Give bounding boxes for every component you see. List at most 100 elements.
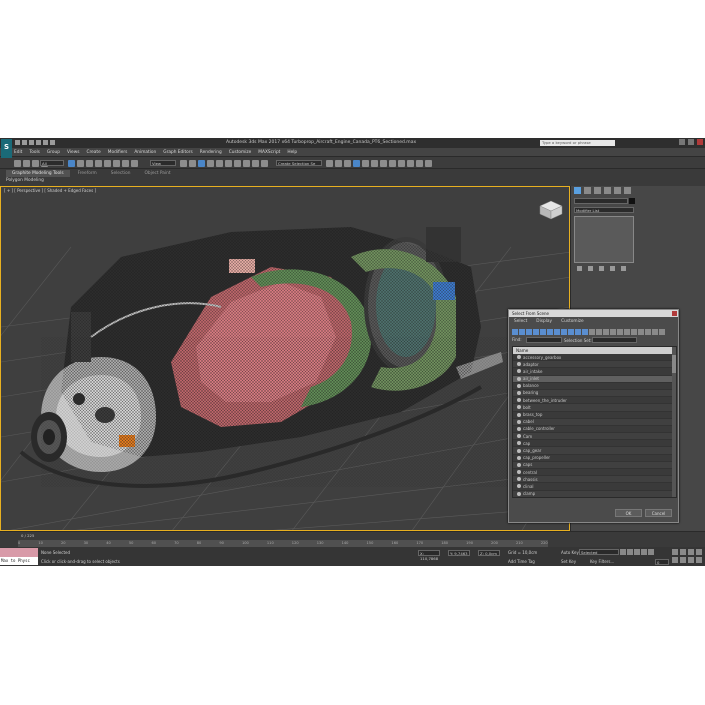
- make-unique-icon[interactable]: [599, 266, 604, 271]
- schematic-view-icon[interactable]: [362, 160, 369, 167]
- display-space-warps-icon[interactable]: [547, 329, 553, 335]
- rotate-icon[interactable]: [113, 160, 120, 167]
- object-name-field[interactable]: [574, 198, 628, 204]
- sort-icon[interactable]: [617, 329, 623, 335]
- selection-set-dropdown[interactable]: [592, 337, 637, 343]
- z-coordinate-field[interactable]: Z: 0,0cm: [478, 550, 500, 556]
- go-to-start-icon[interactable]: [620, 549, 626, 555]
- save-file-icon[interactable]: [29, 140, 34, 145]
- select-by-name-icon[interactable]: [77, 160, 84, 167]
- dialog-menu-display[interactable]: Display: [536, 319, 552, 324]
- perspective-viewport[interactable]: [ + ] [ Perspective ] [ Shaded + Edged F…: [0, 186, 570, 531]
- pan-icon[interactable]: [680, 557, 686, 563]
- snaps-toggle-icon[interactable]: [207, 160, 214, 167]
- display-cameras-icon[interactable]: [533, 329, 539, 335]
- menu-customize[interactable]: Customize: [229, 150, 252, 155]
- spinner-snap-icon[interactable]: [234, 160, 241, 167]
- search-input[interactable]: Type a keyword or phrase: [540, 140, 615, 146]
- viewcube-icon[interactable]: [538, 199, 564, 221]
- pivot-icon[interactable]: [180, 160, 187, 167]
- redo-icon[interactable]: [43, 140, 48, 145]
- pin-stack-icon[interactable]: [577, 266, 582, 271]
- mirror-icon[interactable]: [252, 160, 259, 167]
- add-time-tag[interactable]: Add Time Tag: [508, 559, 535, 564]
- menu-tools[interactable]: Tools: [29, 150, 40, 155]
- menu-maxscript[interactable]: MAXScript: [258, 150, 280, 155]
- modifier-stack[interactable]: [574, 216, 634, 263]
- select-none-icon[interactable]: [638, 329, 644, 335]
- move-icon[interactable]: [104, 160, 111, 167]
- key-filters-button[interactable]: Key Filters...: [590, 559, 614, 564]
- find-input[interactable]: [526, 337, 562, 343]
- settings-icon[interactable]: [659, 329, 665, 335]
- project-folder-icon[interactable]: [50, 140, 55, 145]
- scale-icon[interactable]: [122, 160, 129, 167]
- angle-snap-icon[interactable]: [216, 160, 223, 167]
- display-none-icon[interactable]: [596, 329, 602, 335]
- filter-icon[interactable]: [652, 329, 658, 335]
- create-tab-icon[interactable]: [574, 187, 581, 194]
- auto-key-button[interactable]: Auto Key: [561, 550, 579, 555]
- render-production-icon[interactable]: [398, 160, 405, 167]
- modify-tab-icon[interactable]: [584, 187, 591, 194]
- cancel-button[interactable]: Cancel: [645, 509, 672, 517]
- set-key-button[interactable]: Set Key: [561, 559, 576, 564]
- ok-button[interactable]: OK: [615, 509, 642, 517]
- turboprop-engine-model[interactable]: [19, 227, 521, 488]
- menu-help[interactable]: Help: [287, 150, 297, 155]
- zoom-extents-icon[interactable]: [688, 549, 694, 555]
- app-logo-icon[interactable]: S: [1, 139, 12, 158]
- render-in-cloud-icon[interactable]: [407, 160, 414, 167]
- list-item[interactable]: brass_top: [513, 412, 676, 419]
- toggle-ribbon-icon[interactable]: [344, 160, 351, 167]
- display-containers-icon[interactable]: [575, 329, 581, 335]
- list-item[interactable]: cap_propeller: [513, 455, 676, 462]
- select-manipulate-icon[interactable]: [189, 160, 196, 167]
- open-file-icon[interactable]: [22, 140, 27, 145]
- motion-tab-icon[interactable]: [604, 187, 611, 194]
- zoom-extents-all-icon[interactable]: [696, 549, 702, 555]
- x-coordinate-field[interactable]: X: 110,7868: [418, 550, 440, 561]
- previous-frame-icon[interactable]: [627, 549, 633, 555]
- menu-create[interactable]: Create: [86, 150, 100, 155]
- display-shapes-icon[interactable]: [519, 329, 525, 335]
- menu-animation[interactable]: Animation: [134, 150, 156, 155]
- ribbon-panel-label[interactable]: Polygon Modeling: [6, 178, 44, 183]
- dialog-close-icon[interactable]: [672, 311, 677, 316]
- utilities-tab-icon[interactable]: [624, 187, 631, 194]
- selection-filter-dropdown[interactable]: All: [40, 160, 64, 166]
- go-to-end-icon[interactable]: [648, 549, 654, 555]
- material-editor-icon[interactable]: [371, 160, 378, 167]
- tab-graphite-modeling-tools[interactable]: Graphite Modeling Tools: [6, 170, 70, 177]
- close-icon[interactable]: [697, 139, 703, 145]
- show-end-result-icon[interactable]: [588, 266, 593, 271]
- percent-snap-icon[interactable]: [225, 160, 232, 167]
- align-icon[interactable]: [261, 160, 268, 167]
- menu-edit[interactable]: Edit: [14, 150, 22, 155]
- toggle-scene-explorer-icon[interactable]: [326, 160, 333, 167]
- list-item[interactable]: caps: [513, 461, 676, 469]
- scene-object-list[interactable]: Name accessory_gearbox adaptor air_intake a…: [512, 346, 677, 498]
- render-teapot-icon[interactable]: [425, 160, 432, 167]
- scrollbar-thumb[interactable]: [672, 355, 676, 373]
- key-mode-dropdown[interactable]: Selected: [579, 549, 619, 555]
- dialog-menu-select[interactable]: Select: [514, 319, 527, 324]
- minimize-icon[interactable]: [679, 139, 685, 145]
- new-file-icon[interactable]: [15, 140, 20, 145]
- maximize-viewport-icon[interactable]: [696, 557, 702, 563]
- zoom-all-icon[interactable]: [680, 549, 686, 555]
- list-scrollbar[interactable]: [672, 347, 676, 497]
- configure-modifier-sets-icon[interactable]: [621, 266, 626, 271]
- rendered-frame-window-icon[interactable]: [389, 160, 396, 167]
- frame-indicator[interactable]: 0 / 225: [21, 533, 34, 538]
- display-tab-icon[interactable]: [614, 187, 621, 194]
- display-invert-icon[interactable]: [603, 329, 609, 335]
- menu-graph-editors[interactable]: Graph Editors: [163, 150, 193, 155]
- viewport-label[interactable]: [ + ] [ Perspective ] [ Shaded + Edged F…: [4, 188, 96, 193]
- reference-coordinate-dropdown[interactable]: View: [150, 160, 176, 166]
- remove-modifier-icon[interactable]: [610, 266, 615, 271]
- hierarchy-tab-icon[interactable]: [594, 187, 601, 194]
- menu-views[interactable]: Views: [67, 150, 79, 155]
- list-item[interactable]: clamp: [513, 490, 676, 497]
- a360-gallery-icon[interactable]: [416, 160, 423, 167]
